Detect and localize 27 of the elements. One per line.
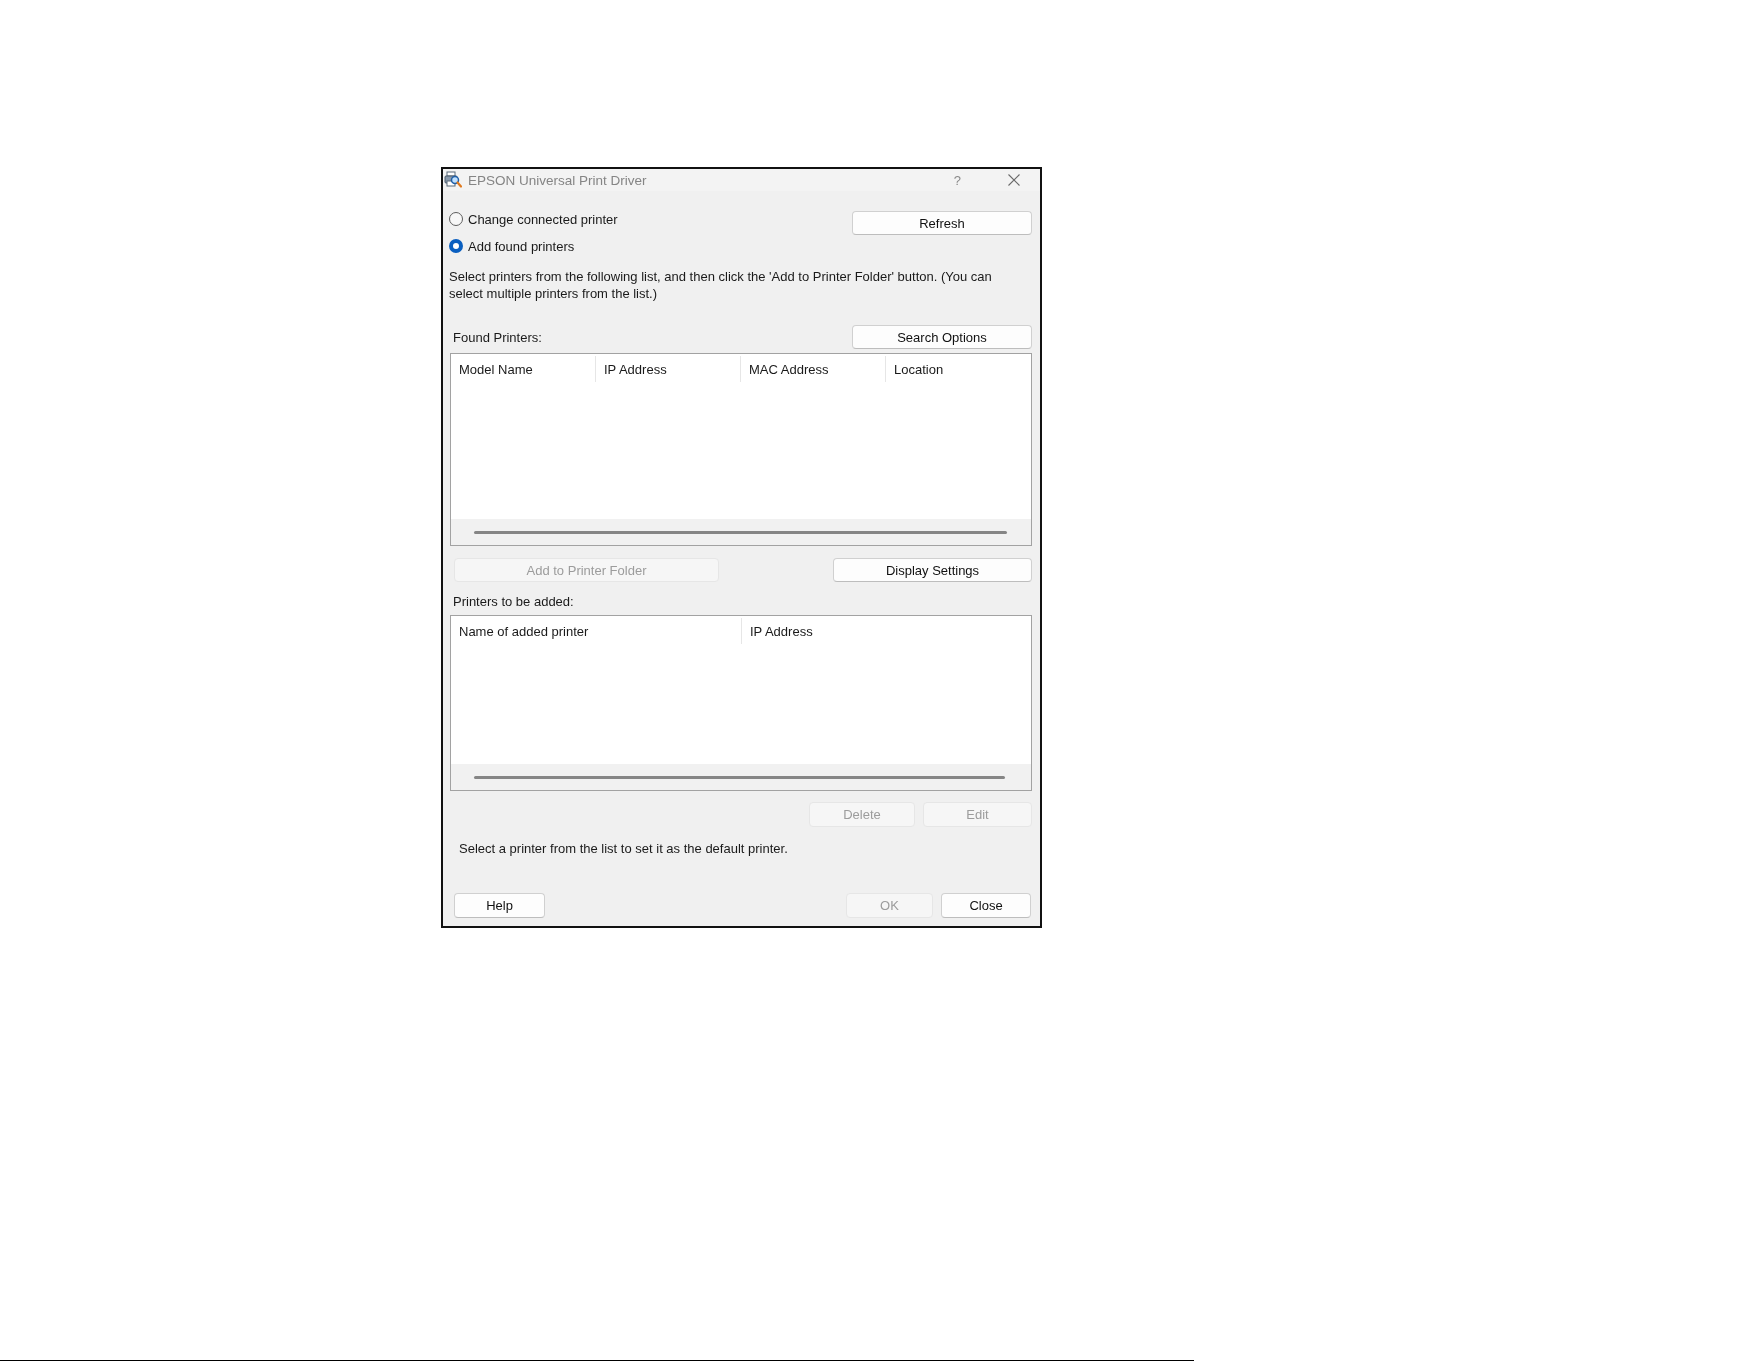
scrollbar-thumb[interactable] [474,775,1005,779]
added-printers-list[interactable]: Name of added printer IP Address [450,615,1032,791]
default-printer-hint: Select a printer from the list to set it as the default printer. [458,841,789,857]
found-printers-list[interactable]: Model Name IP Address MAC Address Location [450,353,1032,546]
search-options-button[interactable]: Search Options [852,325,1032,349]
horizontal-scrollbar[interactable] [451,519,1031,545]
close-icon[interactable] [1008,174,1020,186]
instructions-text: Select printers from the following list, and then click the 'Add to Printer Folder' button. (You can select multiple printers from the list.) [449,268,993,302]
scrollbar-thumb[interactable] [474,530,1007,534]
radio-button[interactable] [449,212,463,226]
radio-label[interactable]: Change connected printer [468,211,618,227]
column-header[interactable]: Name of added printer [451,618,742,644]
column-header[interactable]: Location [886,356,1031,382]
display-settings-button[interactable]: Display Settings [833,558,1032,582]
refresh-button[interactable]: Refresh [852,211,1032,235]
column-header[interactable]: Model Name [451,356,596,382]
found-printers-label: Found Printers: [452,329,542,345]
printers-to-be-added-label: Printers to be added: [452,594,575,610]
horizontal-scrollbar[interactable] [451,764,1031,790]
column-header[interactable]: IP Address [742,618,1031,644]
help-button[interactable]: Help [454,893,545,918]
window-title: EPSON Universal Print Driver [468,172,647,188]
radio-button[interactable] [449,239,463,253]
radio-label[interactable]: Add found printers [468,238,575,254]
close-button[interactable]: Close [941,893,1031,918]
column-header[interactable]: MAC Address [741,356,886,382]
column-header[interactable]: IP Address [596,356,741,382]
